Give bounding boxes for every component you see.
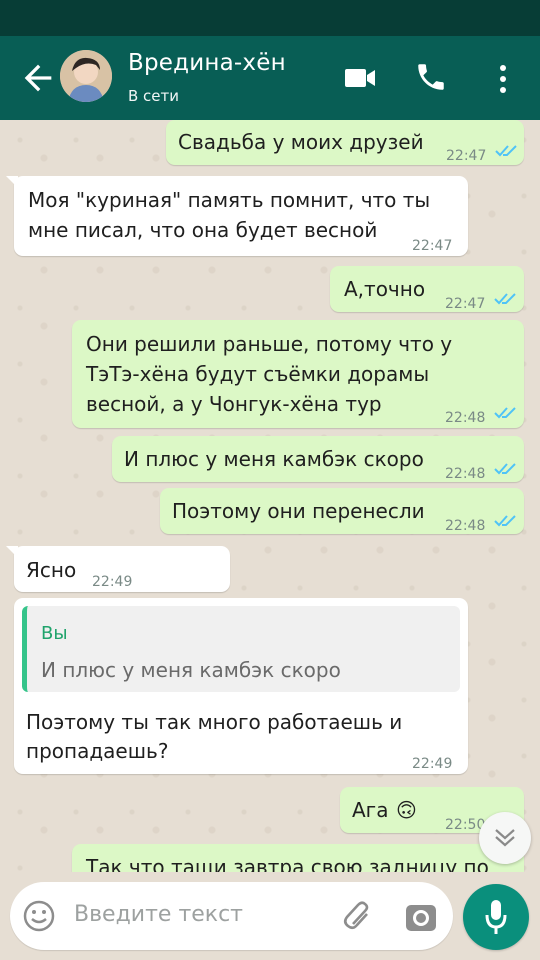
message-text: Ага bbox=[352, 798, 389, 822]
chat-header: Вредина-хён В сети bbox=[0, 36, 540, 120]
paperclip-icon[interactable] bbox=[340, 899, 376, 935]
double-check-icon bbox=[494, 463, 516, 475]
message-bubble-outgoing[interactable]: И плюс у меня камбэк скоро 22:48 bbox=[112, 436, 524, 482]
double-chevron-down-icon bbox=[495, 829, 515, 847]
message-bubble-outgoing[interactable]: Так что тащи завтра свою задницу по bbox=[72, 844, 524, 872]
double-check-icon bbox=[494, 293, 516, 305]
message-text-line: пропадаешь? bbox=[26, 739, 169, 763]
message-time: 22:47 bbox=[412, 238, 453, 254]
double-check-icon bbox=[494, 515, 516, 527]
message-input-placeholder: Введите текст bbox=[74, 902, 243, 927]
emoji-upside-down-face-icon: 🙃 bbox=[396, 798, 417, 822]
message-bubble-outgoing[interactable]: Поэтому они перенесли 22:48 bbox=[160, 488, 524, 534]
message-time: 22:47 bbox=[446, 148, 487, 164]
message-time: 22:49 bbox=[92, 574, 133, 590]
more-vertical-icon[interactable] bbox=[489, 62, 517, 96]
message-text: Так что тащи завтра свою задницу по bbox=[86, 855, 489, 872]
message-time: 22:49 bbox=[412, 756, 453, 772]
message-bubble-outgoing[interactable]: Они решили раньше, потому что у ТэТэ-хён… bbox=[72, 320, 524, 428]
bubble-tail bbox=[6, 546, 18, 558]
scroll-to-bottom-button[interactable] bbox=[479, 812, 531, 864]
message-bubble-outgoing[interactable]: Свадьба у моих друзей 22:47 bbox=[166, 120, 524, 165]
bubble-tail bbox=[6, 176, 18, 188]
message-text: Поэтому они перенесли bbox=[172, 499, 425, 523]
message-bubble-outgoing[interactable]: А,точно 22:47 bbox=[330, 266, 524, 312]
message-bubble-incoming[interactable]: Моя "куриная" память помнит, что ты мне … bbox=[6, 176, 468, 256]
camera-icon[interactable] bbox=[403, 899, 439, 935]
message-composer: Введите текст bbox=[0, 872, 540, 960]
message-text: Ясно bbox=[26, 558, 77, 582]
message-text-line: Поэтому ты так много работаешь и bbox=[26, 710, 403, 734]
voice-message-button[interactable] bbox=[463, 884, 529, 950]
message-text-line: ТэТэ-хёна будут съёмки дорамы bbox=[86, 362, 430, 386]
arrow-left-icon[interactable] bbox=[18, 58, 58, 98]
double-check-icon bbox=[495, 145, 517, 157]
message-time: 22:48 bbox=[445, 410, 486, 426]
quote-text: И плюс у меня камбэк скоро bbox=[41, 658, 341, 682]
quote-author: Вы bbox=[41, 623, 68, 644]
message-time: 22:47 bbox=[445, 296, 486, 312]
message-time: 22:48 bbox=[445, 466, 486, 482]
message-text-line: Моя "куриная" память помнит, что ты bbox=[28, 188, 431, 212]
message-input[interactable]: Введите текст bbox=[10, 882, 453, 950]
message-text-line: Они решили раньше, потому что у bbox=[86, 332, 453, 356]
emoji-icon[interactable] bbox=[22, 899, 56, 933]
video-call-icon[interactable] bbox=[343, 64, 377, 92]
microphone-icon bbox=[485, 900, 507, 934]
quoted-message[interactable]: Вы И плюс у меня камбэк скоро bbox=[22, 606, 460, 692]
online-status: В сети bbox=[128, 87, 180, 105]
message-time: 22:48 bbox=[445, 518, 486, 534]
message-bubble-incoming[interactable]: Ясно 22:49 bbox=[6, 546, 230, 592]
message-text-line: мне писал, что она будет весной bbox=[28, 218, 378, 242]
double-check-icon bbox=[494, 407, 516, 419]
phone-icon[interactable] bbox=[414, 60, 448, 94]
message-text: И плюс у меня камбэк скоро bbox=[124, 447, 424, 471]
message-text: Свадьба у моих друзей bbox=[178, 130, 424, 154]
chat-area[interactable]: Свадьба у моих друзей 22:47 Моя "куриная… bbox=[0, 120, 540, 872]
contact-name[interactable]: Вредина-хён bbox=[128, 50, 286, 76]
message-text: А,точно bbox=[344, 277, 426, 301]
status-bar bbox=[0, 0, 540, 36]
message-text-line: весной, а у Чонгук-хёна тур bbox=[86, 392, 382, 416]
message-bubble-incoming[interactable]: Вы И плюс у меня камбэк скоро Поэтому ты… bbox=[14, 598, 468, 774]
avatar[interactable] bbox=[60, 50, 112, 102]
